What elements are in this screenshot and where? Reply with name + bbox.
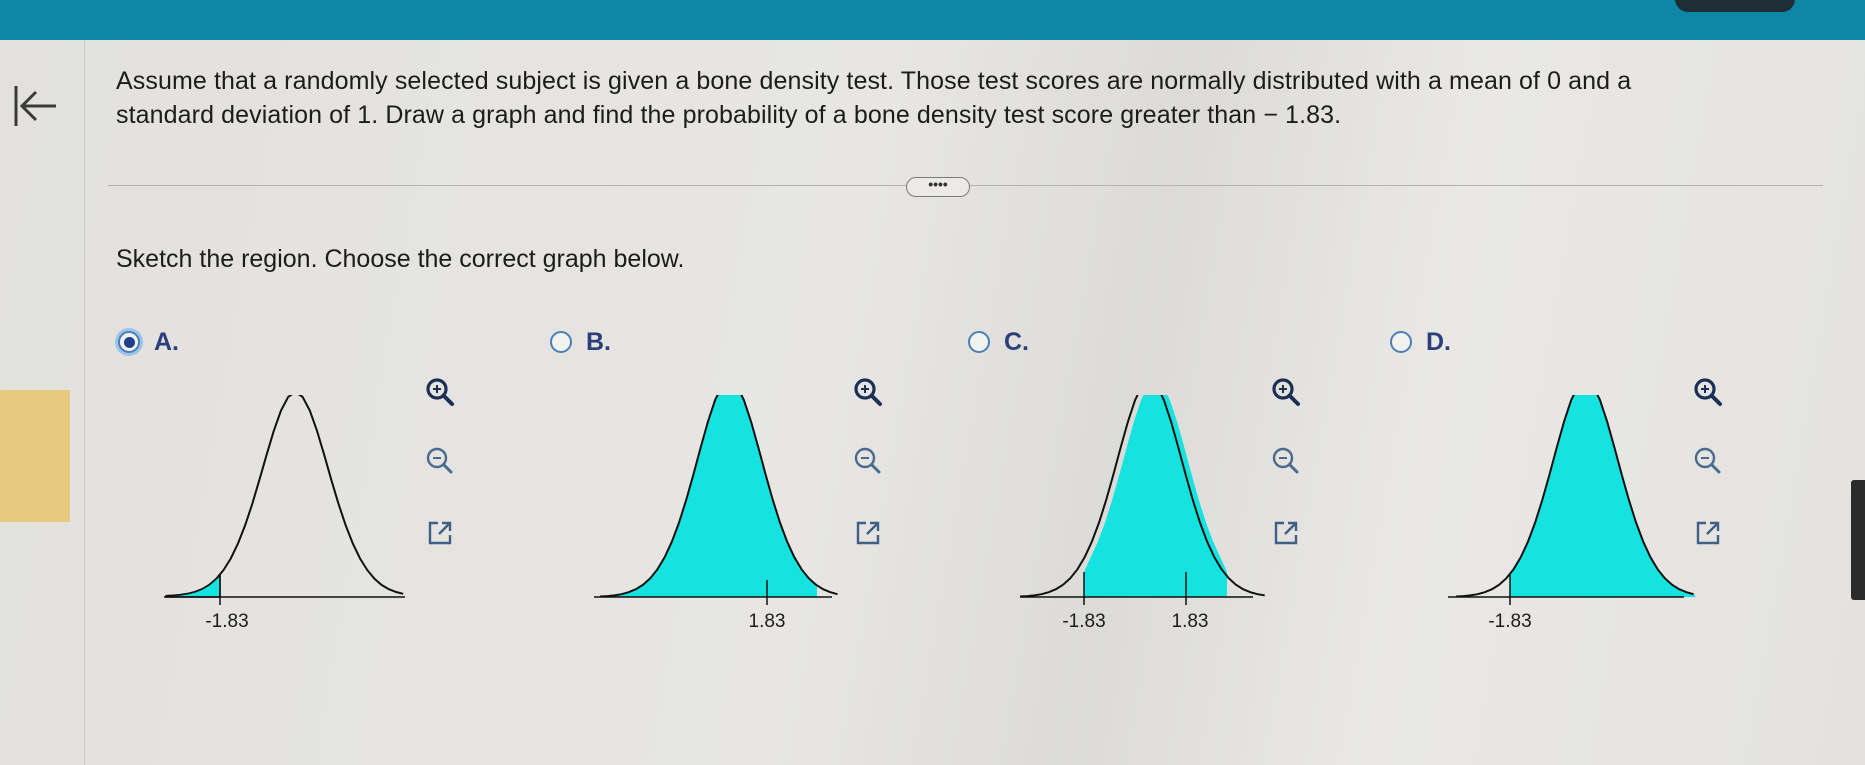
zoom-in-icon[interactable] [1690,374,1726,410]
option-label: C. [1004,327,1029,356]
graph-option-c: -1.83 1.83 [1019,395,1265,632]
option-d[interactable]: D. [1390,325,1451,359]
zoom-in-icon[interactable] [422,374,458,410]
zoom-in-icon[interactable] [1268,374,1304,410]
back-to-start-icon[interactable] [10,80,62,132]
zoom-out-icon[interactable] [422,443,458,479]
graph-option-b: 1.83 [594,395,838,632]
question-text: Assume that a randomly selected subject … [116,64,1756,132]
radio-button[interactable] [968,331,990,353]
normal-curve [165,395,404,597]
zoom-in-icon[interactable] [850,374,886,410]
shaded-region [1510,395,1696,597]
option-label: B. [586,327,611,356]
zoom-out-icon[interactable] [1690,443,1726,479]
instruction-text: Sketch the region. Choose the correct gr… [116,245,685,273]
tick-label: -1.83 [205,611,248,632]
side-tab[interactable] [0,390,70,522]
radio-button-selected[interactable] [118,331,140,353]
graph-option-a: -1.83 [164,395,405,632]
option-c[interactable]: C. [968,325,1029,359]
top-bar [0,0,1865,40]
external-link-icon[interactable] [422,515,458,551]
external-link-icon[interactable] [1268,515,1304,551]
option-a[interactable]: A. [118,325,179,359]
shaded-region [165,573,221,598]
top-bar-control[interactable] [1675,0,1795,12]
zoom-out-icon[interactable] [850,443,886,479]
question-line-1: Assume that a randomly selected subject … [116,67,1632,95]
graph-option-d: -1.83 [1448,395,1696,632]
external-link-icon[interactable] [850,515,886,551]
more-button[interactable]: •••• [906,177,970,197]
external-link-icon[interactable] [1690,515,1726,551]
shaded-region [1084,395,1227,597]
tick-label: 1.83 [1172,611,1209,632]
option-label: D. [1426,327,1451,356]
radio-button[interactable] [1390,331,1412,353]
left-divider [84,40,85,765]
zoom-out-icon[interactable] [1268,443,1304,479]
option-label: A. [154,327,179,356]
radio-button[interactable] [550,331,572,353]
tick-label: -1.83 [1488,611,1531,632]
tick-label: 1.83 [749,611,786,632]
question-line-2: standard deviation of 1. Draw a graph an… [116,101,1342,129]
option-b[interactable]: B. [550,325,611,359]
right-edge-handle[interactable] [1851,480,1865,600]
shaded-region [600,395,817,597]
tick-label: -1.83 [1062,611,1105,632]
